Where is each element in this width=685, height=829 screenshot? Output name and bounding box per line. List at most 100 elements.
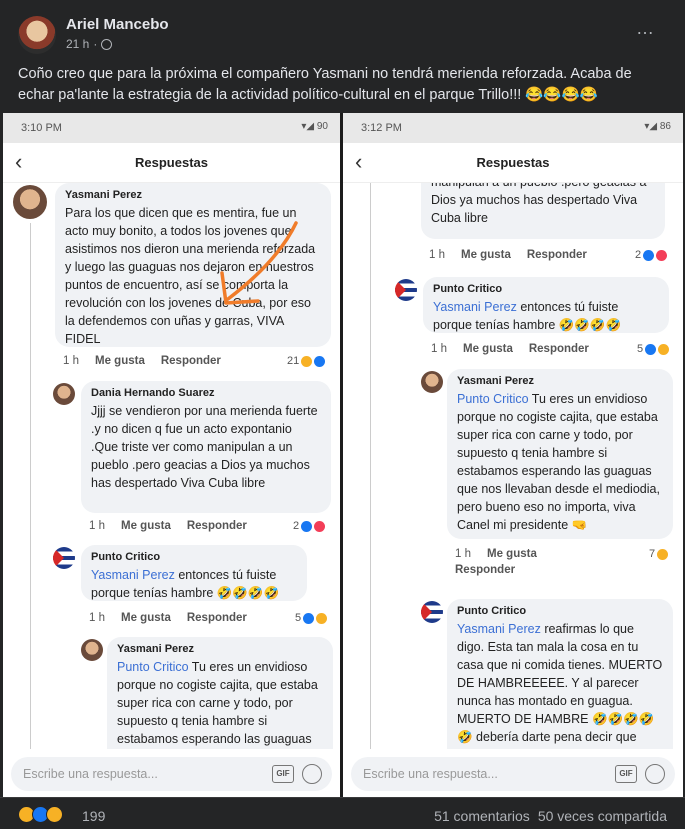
right-phone-screenshot: 3:12 PM ▾◢ 86 ‹ Respuestas manipulan a u… bbox=[343, 113, 683, 797]
comment-body: reafirmas lo que digo. Esta tan mala la … bbox=[457, 622, 663, 749]
mention-link[interactable]: Punto Critico bbox=[457, 392, 529, 406]
comment-time: 1 h bbox=[429, 249, 445, 261]
reaction-count: 5 bbox=[637, 343, 670, 355]
reply-composer[interactable]: Escribe una respuesta... GIF bbox=[351, 757, 675, 791]
reaction-count: 2 bbox=[293, 520, 326, 532]
comment-bubble: Dania Hernando Suarez Jjjj se vendieron … bbox=[81, 381, 331, 513]
comments-count-link[interactable]: 51 comentarios bbox=[434, 808, 530, 824]
status-time: 3:12 PM bbox=[361, 122, 402, 134]
avatar bbox=[53, 383, 75, 405]
emoji-icon[interactable] bbox=[645, 764, 665, 784]
engagement-stats: 51 comentarios 50 veces compartida bbox=[434, 808, 667, 824]
mention-link[interactable]: Yasmani Perez bbox=[91, 568, 175, 582]
commenter-name[interactable]: Dania Hernando Suarez bbox=[91, 387, 321, 399]
comment-time: 1 h bbox=[455, 548, 471, 560]
mention-link[interactable]: Punto Critico bbox=[117, 660, 189, 674]
comment-time: 1 h bbox=[89, 520, 105, 532]
replies-list: manipulan a un pueblo .pero geacias a Di… bbox=[343, 183, 683, 749]
reply-button[interactable]: Responder bbox=[529, 343, 589, 355]
author-avatar[interactable] bbox=[18, 16, 56, 54]
post-footer: 199 51 comentarios 50 veces compartida bbox=[0, 797, 685, 829]
replies-header: ‹ Respuestas bbox=[343, 143, 683, 183]
comment-actions: 1 h Me gusta Responder bbox=[63, 355, 221, 367]
like-icon bbox=[645, 343, 657, 355]
comment-text: manipulan a un pueblo .pero geacias a Di… bbox=[431, 183, 646, 225]
status-bar: 3:10 PM ▾◢ 90 bbox=[3, 113, 340, 143]
thread-line bbox=[30, 223, 31, 749]
comment-bubble: Punto Critico Yasmani Perez entonces tú … bbox=[423, 277, 669, 333]
commenter-name[interactable]: Punto Critico bbox=[457, 605, 663, 617]
commenter-name[interactable]: Yasmani Perez bbox=[65, 189, 321, 201]
comment-actions: 1 h Me gusta Responder bbox=[431, 343, 589, 355]
reaction-count: 21 bbox=[287, 355, 326, 367]
comment-actions: 1 h Me gusta Responder bbox=[429, 249, 587, 261]
reaction-number: 2 bbox=[293, 520, 300, 532]
reaction-count: 5 bbox=[295, 612, 328, 624]
post-text: Coño creo que para la próxima el compañe… bbox=[18, 66, 632, 103]
reaction-number: 7 bbox=[649, 548, 656, 560]
more-options-icon[interactable]: … bbox=[636, 18, 655, 39]
shares-count-link[interactable]: 50 veces compartida bbox=[538, 808, 667, 824]
replies-title: Respuestas bbox=[135, 155, 208, 170]
reply-button[interactable]: Responder bbox=[455, 564, 515, 576]
reply-button[interactable]: Responder bbox=[187, 520, 247, 532]
commenter-name[interactable]: Yasmani Perez bbox=[117, 643, 323, 655]
comment-bubble: Yasmani Perez Punto Critico Tu eres un e… bbox=[447, 369, 673, 539]
reply-button[interactable]: Responder bbox=[187, 612, 247, 624]
like-button[interactable]: Me gusta bbox=[461, 249, 511, 261]
annotation-arrow-icon bbox=[220, 221, 298, 305]
post-meta: 21 h · bbox=[66, 37, 113, 51]
meta-separator: · bbox=[93, 37, 98, 51]
reaction-count: 7 bbox=[649, 548, 669, 560]
reply-button[interactable]: Responder bbox=[161, 355, 221, 367]
status-time: 3:10 PM bbox=[21, 122, 62, 134]
like-button[interactable]: Me gusta bbox=[121, 520, 171, 532]
wow-icon bbox=[46, 806, 63, 823]
reaction-summary[interactable] bbox=[18, 806, 63, 823]
cuba-flag-avatar bbox=[395, 279, 417, 301]
like-button[interactable]: Me gusta bbox=[487, 548, 537, 560]
commenter-name[interactable]: Punto Critico bbox=[91, 551, 297, 563]
comment-actions: 1 h Me gusta Responder bbox=[455, 548, 565, 576]
post-header: Ariel Mancebo 21 h · … bbox=[0, 0, 685, 60]
comment-body: Tu eres un envidioso porque no cogiste c… bbox=[457, 392, 660, 532]
commenter-name[interactable]: Yasmani Perez bbox=[457, 375, 663, 387]
replies-header: ‹ Respuestas bbox=[3, 143, 340, 183]
reply-input-placeholder[interactable]: Escribe una respuesta... bbox=[363, 767, 498, 781]
author-name[interactable]: Ariel Mancebo bbox=[66, 16, 169, 33]
post-time[interactable]: 21 h bbox=[66, 37, 89, 51]
globe-icon bbox=[101, 38, 113, 50]
comment-bubble: manipulan a un pueblo .pero geacias a Di… bbox=[421, 183, 665, 239]
gif-icon[interactable]: GIF bbox=[272, 765, 294, 783]
comment-text: Yasmani Perez entonces tú fuiste porque … bbox=[91, 566, 297, 602]
comment-actions: 1 h Me gusta Responder bbox=[89, 520, 247, 532]
reaction-number: 5 bbox=[295, 612, 302, 624]
replies-title: Respuestas bbox=[476, 155, 550, 170]
mention-link[interactable]: Yasmani Perez bbox=[457, 622, 541, 636]
comment-actions: 1 h Me gusta Responder bbox=[89, 612, 247, 624]
reply-composer[interactable]: Escribe una respuesta... GIF bbox=[11, 757, 332, 791]
cuba-flag-avatar bbox=[53, 547, 75, 569]
reaction-total[interactable]: 199 bbox=[82, 808, 105, 824]
reply-input-placeholder[interactable]: Escribe una respuesta... bbox=[23, 767, 158, 781]
avatar bbox=[81, 639, 103, 661]
left-phone-screenshot: 3:10 PM ▾◢ 90 ‹ Respuestas Yasmani Perez… bbox=[3, 113, 340, 797]
reaction-number: 2 bbox=[635, 249, 642, 261]
like-icon bbox=[303, 612, 315, 624]
comment-text: Yasmani Perez entonces tú fuiste porque … bbox=[433, 298, 659, 334]
haha-icon bbox=[657, 548, 669, 560]
like-button[interactable]: Me gusta bbox=[463, 343, 513, 355]
emoji-icon[interactable] bbox=[302, 764, 322, 784]
reaction-number: 21 bbox=[287, 355, 300, 367]
like-icon bbox=[643, 249, 655, 261]
like-button[interactable]: Me gusta bbox=[121, 612, 171, 624]
commenter-name[interactable]: Punto Critico bbox=[433, 283, 659, 295]
screenshot-attachment[interactable]: 3:10 PM ▾◢ 90 ‹ Respuestas Yasmani Perez… bbox=[3, 113, 683, 797]
mention-link[interactable]: Yasmani Perez bbox=[433, 300, 517, 314]
reaction-count: 2 bbox=[635, 249, 668, 261]
like-button[interactable]: Me gusta bbox=[95, 355, 145, 367]
status-icons: ▾◢ 90 bbox=[301, 121, 328, 132]
haha-icon bbox=[658, 343, 670, 355]
gif-icon[interactable]: GIF bbox=[615, 765, 637, 783]
reply-button[interactable]: Responder bbox=[527, 249, 587, 261]
